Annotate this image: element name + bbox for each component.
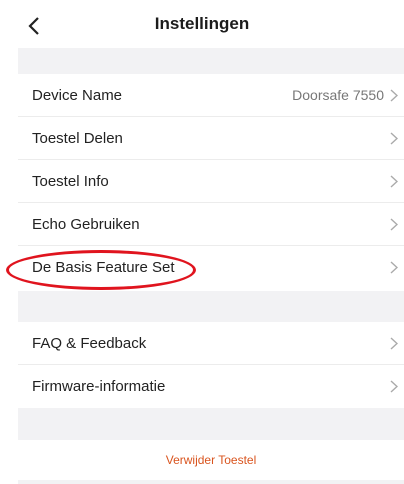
settings-item-echo-gebruiken[interactable]: Echo Gebruiken <box>18 203 404 246</box>
section-gap <box>18 480 404 484</box>
page-title: Instellingen <box>154 14 250 33</box>
settings-item-device-name[interactable]: Device Name Doorsafe 7550 <box>18 74 404 117</box>
section-gap <box>18 291 404 322</box>
settings-item-faq-feedback[interactable]: FAQ & Feedback <box>18 322 404 365</box>
row-label: Device Name <box>32 86 123 104</box>
settings-item-firmware-informatie[interactable]: Firmware-informatie <box>18 365 404 408</box>
settings-item-toestel-info[interactable]: Toestel Info <box>18 160 404 203</box>
chevron-right-icon <box>390 132 398 145</box>
row-label: Echo Gebruiken <box>32 215 140 233</box>
chevron-right-icon <box>390 380 398 393</box>
settings-group: Device Name Doorsafe 7550 Toestel Delen … <box>18 74 404 289</box>
section-gap <box>18 48 404 74</box>
row-label: FAQ & Feedback <box>32 334 147 352</box>
section-gap <box>18 408 404 440</box>
row-label: Firmware-informatie <box>32 378 166 395</box>
remove-device-button[interactable]: Verwijder Toestel <box>18 440 404 480</box>
row-label: Toestel Delen <box>32 129 123 147</box>
settings-item-basis-feature-set[interactable]: De Basis Feature Set <box>18 246 404 289</box>
chevron-right-icon <box>390 337 398 350</box>
support-group: FAQ & Feedback Firmware-informatie <box>18 322 404 408</box>
device-name-value: Doorsafe 7550 <box>292 87 384 103</box>
remove-group: Verwijder Toestel <box>18 440 404 480</box>
chevron-right-icon <box>390 261 398 274</box>
header-bar: Instellingen <box>0 0 404 48</box>
chevron-right-icon <box>390 89 398 102</box>
chevron-right-icon <box>390 175 398 188</box>
row-label: De Basis Feature Set <box>32 259 175 276</box>
chevron-right-icon <box>390 218 398 231</box>
remove-device-label: Verwijder Toestel <box>165 453 257 467</box>
settings-item-toestel-delen[interactable]: Toestel Delen <box>18 117 404 160</box>
row-label: Toestel Info <box>32 172 109 190</box>
